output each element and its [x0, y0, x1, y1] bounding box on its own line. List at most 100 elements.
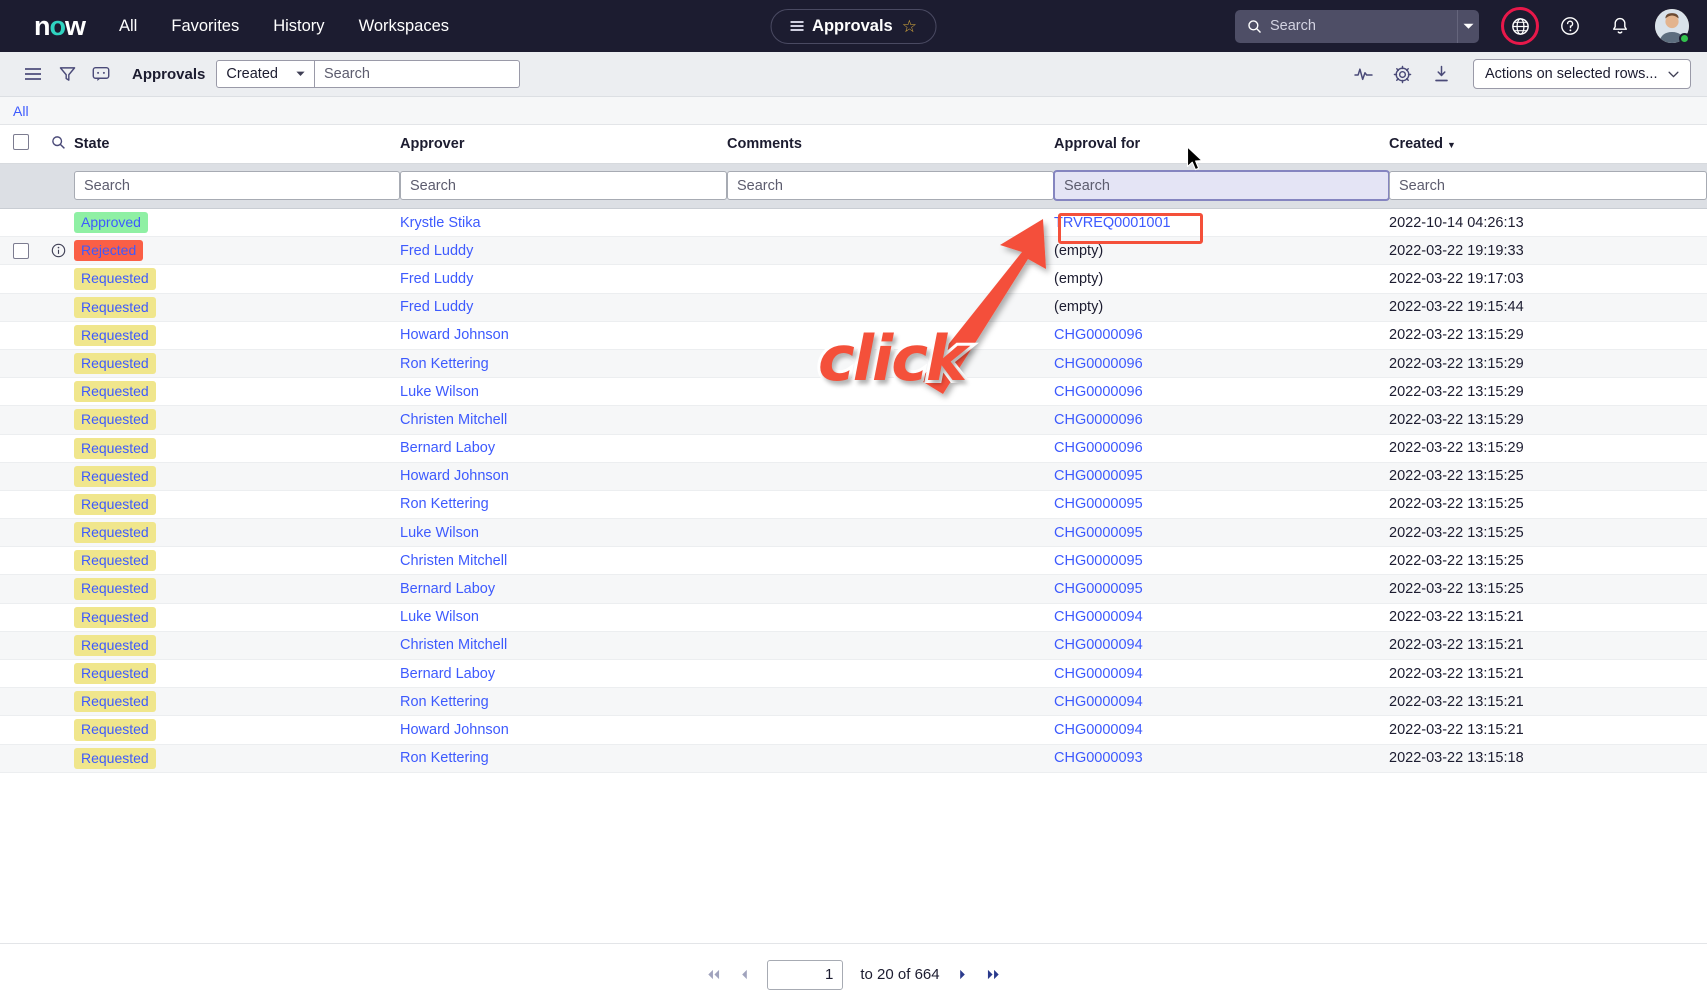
table-row[interactable]: Requested Howard Johnson CHG0000096 2022-03…: [0, 321, 1707, 350]
nav-link-workspaces[interactable]: Workspaces: [359, 17, 449, 36]
table-row[interactable]: Requested Bernard Laboy CHG0000095 2022-03-…: [0, 574, 1707, 604]
settings-gear-icon[interactable]: [1385, 57, 1419, 91]
approver-link[interactable]: Luke Wilson: [400, 525, 479, 541]
column-header-comments[interactable]: Comments: [727, 125, 1054, 164]
table-row[interactable]: Requested Bernard Laboy CHG0000096 2022-03-…: [0, 434, 1707, 463]
approver-link[interactable]: Fred Luddy: [400, 299, 473, 315]
select-all-checkbox[interactable]: [13, 134, 29, 150]
nav-link-history[interactable]: History: [273, 17, 324, 36]
approver-link[interactable]: Krystle Stika: [400, 215, 481, 231]
approval-for-link[interactable]: CHG0000094: [1054, 694, 1143, 710]
approval-for-link[interactable]: CHG0000096: [1054, 356, 1143, 372]
current-list-pill[interactable]: Approvals ☆: [770, 8, 937, 44]
table-row[interactable]: Requested Howard Johnson CHG0000094 2022-03…: [0, 715, 1707, 745]
table-row[interactable]: Requested Bernard Laboy CHG0000094 2022-03-…: [0, 659, 1707, 689]
actions-on-selected-rows-select[interactable]: Actions on selected rows...: [1473, 59, 1691, 89]
approval-for-link[interactable]: CHG0000094: [1054, 666, 1143, 682]
nav-link-all[interactable]: All: [119, 17, 137, 36]
favorite-star-icon[interactable]: ☆: [902, 18, 917, 35]
first-page-button[interactable]: [705, 968, 722, 981]
approval-for-link[interactable]: TRVREQ0001001: [1054, 215, 1171, 231]
next-page-button[interactable]: [957, 968, 968, 981]
download-icon[interactable]: [1424, 57, 1458, 91]
approver-link[interactable]: Bernard Laboy: [400, 581, 495, 597]
page-number-input[interactable]: [767, 959, 844, 990]
table-row[interactable]: Requested Ron Kettering CHG0000094 2022-03-…: [0, 687, 1707, 717]
help-icon[interactable]: [1550, 6, 1590, 46]
column-header-approval-for[interactable]: Approval for: [1054, 125, 1389, 164]
nav-link-favorites[interactable]: Favorites: [171, 17, 239, 36]
approval-for-link[interactable]: CHG0000095: [1054, 525, 1143, 541]
approver-link[interactable]: Ron Kettering: [400, 750, 489, 766]
approver-link[interactable]: Ron Kettering: [400, 496, 489, 512]
table-row[interactable]: Requested Christen Mitchell CHG0000094 2022…: [0, 631, 1707, 661]
table-row[interactable]: Requested Luke Wilson CHG0000095 2022-03-22…: [0, 518, 1707, 548]
approval-for-link[interactable]: CHG0000095: [1054, 496, 1143, 512]
global-search[interactable]: [1235, 9, 1479, 43]
filter-search-input-for[interactable]: [1054, 171, 1389, 200]
search-icon[interactable]: [51, 135, 66, 150]
activity-icon[interactable]: [1346, 57, 1380, 91]
filter-search-input-comments[interactable]: [727, 171, 1054, 200]
approver-link[interactable]: Luke Wilson: [400, 609, 479, 625]
approval-for-link[interactable]: CHG0000094: [1054, 637, 1143, 653]
approval-for-link[interactable]: CHG0000095: [1054, 553, 1143, 569]
table-row[interactable]: Requested Luke Wilson CHG0000096 2022-03-22…: [0, 377, 1707, 407]
approval-for-link[interactable]: CHG0000096: [1054, 384, 1143, 400]
breadcrumb-all[interactable]: All: [13, 103, 29, 119]
row-checkbox[interactable]: [13, 242, 29, 259]
approver-link[interactable]: Ron Kettering: [400, 694, 489, 710]
table-row[interactable]: Requested Ron Kettering CHG0000093 2022-03-…: [0, 744, 1707, 773]
filter-search-input-approver[interactable]: [400, 171, 727, 200]
column-header-state[interactable]: State: [74, 125, 400, 164]
filter-search-input-created[interactable]: [1389, 171, 1707, 200]
notifications-icon[interactable]: [1600, 6, 1640, 46]
table-row[interactable]: Rejected Fred Luddy (empty) 2022-03-22 19:1…: [0, 236, 1707, 266]
global-search-input[interactable]: [1270, 18, 1457, 34]
previous-page-button[interactable]: [739, 968, 750, 981]
approver-link[interactable]: Fred Luddy: [400, 271, 473, 287]
approver-link[interactable]: Christen Mitchell: [400, 412, 507, 428]
approver-link[interactable]: Luke Wilson: [400, 384, 479, 400]
approver-link[interactable]: Ron Kettering: [400, 356, 489, 372]
column-header-created[interactable]: Created ▼: [1389, 125, 1707, 164]
approver-link[interactable]: Bernard Laboy: [400, 440, 495, 456]
approval-for-link[interactable]: CHG0000094: [1054, 609, 1143, 625]
table-row[interactable]: Requested Luke Wilson CHG0000094 2022-03-22…: [0, 603, 1707, 632]
table-row[interactable]: Requested Fred Luddy (empty) 2022-03-22 19:…: [0, 264, 1707, 294]
last-page-button[interactable]: [985, 968, 1002, 981]
table-row[interactable]: Requested Christen Mitchell CHG0000096 2022…: [0, 405, 1707, 435]
filter-search-input-state[interactable]: [74, 171, 400, 200]
approval-for-link[interactable]: CHG0000096: [1054, 440, 1143, 456]
filter-field-select[interactable]: Created: [216, 60, 315, 88]
approver-link[interactable]: Fred Luddy: [400, 243, 473, 259]
table-row[interactable]: Requested Christen Mitchell CHG0000095 2022…: [0, 546, 1707, 576]
approval-for-link[interactable]: CHG0000095: [1054, 468, 1143, 484]
approval-for-link[interactable]: CHG0000094: [1054, 722, 1143, 738]
filter-icon[interactable]: [50, 57, 84, 91]
list-search-input[interactable]: [314, 60, 520, 88]
approver-link[interactable]: Bernard Laboy: [400, 666, 495, 682]
hamburger-menu-icon[interactable]: [16, 57, 50, 91]
approver-link[interactable]: Christen Mitchell: [400, 553, 507, 569]
table-row[interactable]: Requested Howard Johnson CHG0000095 2022-03…: [0, 462, 1707, 491]
column-header-approver[interactable]: Approver: [400, 125, 727, 164]
avatar[interactable]: [1655, 9, 1690, 44]
approver-link[interactable]: Howard Johnson: [400, 722, 509, 738]
approval-for-link[interactable]: CHG0000095: [1054, 581, 1143, 597]
comment-icon[interactable]: [84, 57, 118, 91]
table-row[interactable]: Requested Ron Kettering CHG0000096 2022-03-…: [0, 349, 1707, 379]
search-dropdown-toggle[interactable]: [1457, 9, 1479, 43]
info-icon[interactable]: [51, 243, 66, 258]
table-row[interactable]: Requested Ron Kettering CHG0000095 2022-03-…: [0, 490, 1707, 520]
approval-for-link[interactable]: CHG0000096: [1054, 327, 1143, 343]
approver-link[interactable]: Howard Johnson: [400, 468, 509, 484]
now-logo[interactable]: now: [34, 12, 86, 40]
globe-icon[interactable]: [1500, 6, 1540, 46]
approval-for-link[interactable]: CHG0000096: [1054, 412, 1143, 428]
table-row[interactable]: Approved Krystle Stika TRVREQ0001001 2022-1…: [0, 208, 1707, 238]
approver-link[interactable]: Christen Mitchell: [400, 637, 507, 653]
approver-link[interactable]: Howard Johnson: [400, 327, 509, 343]
table-row[interactable]: Requested Fred Luddy (empty) 2022-03-22 19:…: [0, 293, 1707, 322]
approval-for-link[interactable]: CHG0000093: [1054, 750, 1143, 766]
